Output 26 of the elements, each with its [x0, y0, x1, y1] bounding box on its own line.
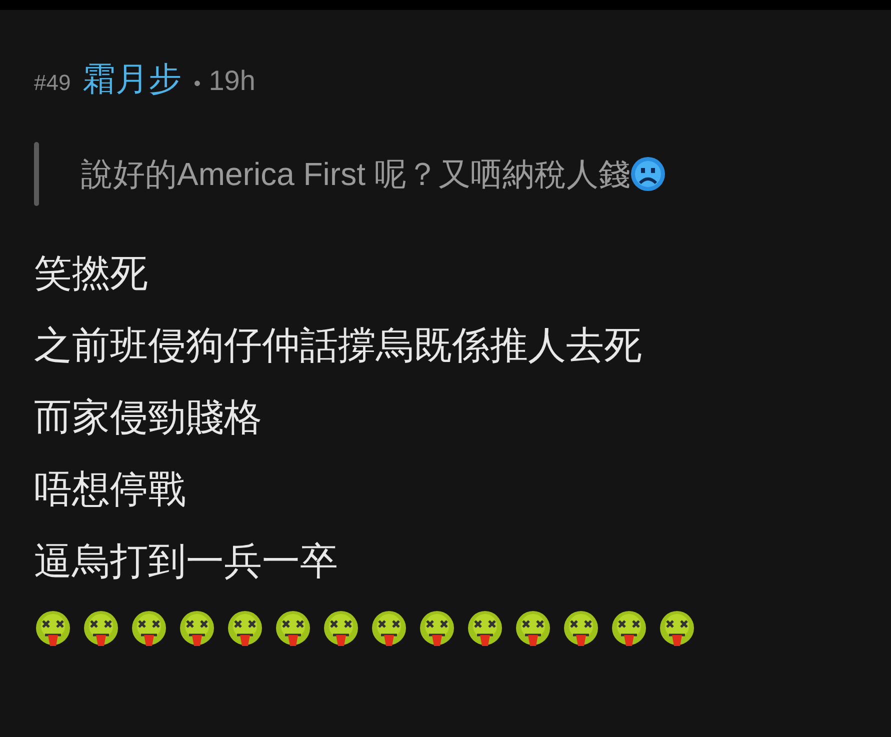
author-name[interactable]: 霜月步 [82, 54, 182, 104]
sick-face-icon [274, 610, 312, 648]
sad-face-icon [630, 156, 666, 192]
sick-face-icon [370, 610, 408, 648]
sick-face-icon [82, 610, 120, 648]
quote-text: 說好的America First 呢？又哂納稅人錢 [81, 154, 630, 194]
post-time: 19h [208, 64, 256, 98]
sick-face-icon [34, 610, 72, 648]
sick-face-icon [418, 610, 456, 648]
sick-face-icon [658, 610, 696, 648]
sick-face-icon [466, 610, 504, 648]
sick-face-icon [178, 610, 216, 648]
sick-face-icon [130, 610, 168, 648]
sick-face-icon [610, 610, 648, 648]
comment-line: 唔想停戰 [34, 468, 187, 512]
comment-line: 而家侵勁賤格 [34, 396, 263, 440]
sick-face-icon [322, 610, 360, 648]
sick-face-icon [514, 610, 552, 648]
post-number: #49 [34, 69, 71, 97]
comment-line: 之前班侵狗仔仲話撐烏既係推人去死 [34, 324, 643, 368]
quote-bar [34, 142, 39, 206]
comment-line: 逼烏打到一兵一卒 [34, 540, 339, 584]
separator-dot: • [194, 72, 201, 97]
sick-face-icon [562, 610, 600, 648]
comment-line: 笑撚死 [34, 252, 149, 296]
sick-face-icon [226, 610, 264, 648]
